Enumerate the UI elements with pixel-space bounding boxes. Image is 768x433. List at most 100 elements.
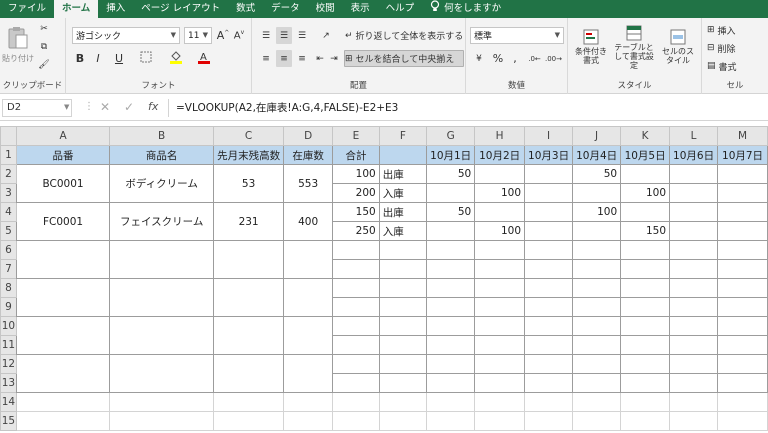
date-qty-cell[interactable] — [620, 164, 671, 184]
total-cell[interactable]: 200 — [332, 183, 380, 203]
column-header-i[interactable]: I — [524, 126, 574, 146]
empty-cell[interactable] — [717, 392, 768, 412]
empty-cell[interactable] — [283, 354, 334, 393]
row-header[interactable]: 8 — [0, 278, 17, 298]
empty-cell[interactable] — [717, 354, 768, 374]
empty-cell[interactable] — [620, 335, 671, 355]
empty-cell[interactable] — [620, 392, 671, 412]
empty-cell[interactable] — [524, 278, 574, 298]
increase-indent-button[interactable]: ⇥ — [328, 50, 340, 67]
empty-cell[interactable] — [332, 278, 380, 298]
movement-type-cell[interactable]: 出庫 — [378, 202, 428, 222]
empty-cell[interactable] — [213, 411, 285, 431]
decrease-indent-button[interactable]: ⇤ — [314, 50, 326, 67]
date-qty-cell[interactable]: 100 — [572, 202, 622, 222]
copy-button[interactable]: ⧉ — [36, 40, 52, 54]
date-qty-cell[interactable] — [572, 183, 622, 203]
empty-cell[interactable] — [669, 297, 719, 317]
empty-cell[interactable] — [378, 373, 428, 393]
header-cell[interactable]: 10月6日 — [669, 145, 719, 165]
date-qty-cell[interactable] — [572, 221, 622, 241]
row-header[interactable]: 12 — [0, 354, 17, 374]
number-format-select[interactable]: 標準 ▼ — [470, 27, 564, 44]
date-qty-cell[interactable] — [524, 183, 574, 203]
empty-cell[interactable] — [426, 354, 476, 374]
tab-insert[interactable]: 挿入 — [98, 0, 133, 18]
empty-cell[interactable] — [572, 259, 622, 279]
cut-button[interactable]: ✂ — [36, 22, 52, 36]
date-qty-cell[interactable]: 100 — [474, 221, 526, 241]
formula-input[interactable]: =VLOOKUP(A2,在庫表!A:G,4,FALSE)-E2+E3 — [176, 100, 398, 115]
row-header[interactable]: 15 — [0, 411, 17, 431]
empty-cell[interactable] — [378, 259, 428, 279]
empty-cell[interactable] — [332, 335, 380, 355]
font-name-select[interactable]: 游ゴシック ▼ — [72, 27, 180, 44]
empty-cell[interactable] — [15, 240, 111, 279]
comma-button[interactable]: , — [508, 50, 522, 67]
empty-cell[interactable] — [332, 373, 380, 393]
empty-cell[interactable] — [620, 411, 671, 431]
date-qty-cell[interactable] — [524, 221, 574, 241]
column-header-h[interactable]: H — [474, 126, 526, 146]
row-header[interactable]: 6 — [0, 240, 17, 260]
date-qty-cell[interactable] — [717, 202, 768, 222]
font-color-button[interactable]: A — [192, 50, 216, 67]
date-qty-cell[interactable] — [669, 183, 719, 203]
tab-file[interactable]: ファイル — [0, 0, 54, 18]
decrease-decimal-button[interactable]: .00→ — [545, 50, 562, 67]
increase-decimal-button[interactable]: .0← — [526, 50, 543, 67]
date-qty-cell[interactable] — [474, 164, 526, 184]
empty-cell[interactable] — [620, 316, 671, 336]
column-header-b[interactable]: B — [109, 126, 215, 146]
select-all-corner[interactable] — [0, 126, 17, 146]
empty-cell[interactable] — [474, 278, 526, 298]
movement-type-cell[interactable]: 入庫 — [378, 183, 428, 203]
row-header[interactable]: 3 — [0, 183, 17, 203]
empty-cell[interactable] — [572, 392, 622, 412]
empty-cell[interactable] — [717, 335, 768, 355]
empty-cell[interactable] — [669, 411, 719, 431]
column-header-c[interactable]: C — [213, 126, 285, 146]
empty-cell[interactable] — [426, 240, 476, 260]
align-center-button[interactable]: ≡ — [276, 50, 292, 67]
empty-cell[interactable] — [332, 392, 380, 412]
empty-cell[interactable] — [474, 259, 526, 279]
empty-cell[interactable] — [426, 335, 476, 355]
empty-cell[interactable] — [283, 411, 334, 431]
empty-cell[interactable] — [669, 278, 719, 298]
decrease-font-button[interactable]: Av — [232, 27, 246, 44]
empty-cell[interactable] — [474, 373, 526, 393]
empty-cell[interactable] — [524, 297, 574, 317]
name-box[interactable]: D2 — [2, 99, 72, 117]
empty-cell[interactable] — [717, 297, 768, 317]
tab-help[interactable]: ヘルプ — [378, 0, 423, 18]
tab-page-layout[interactable]: ページ レイアウト — [133, 0, 228, 18]
empty-cell[interactable] — [572, 278, 622, 298]
empty-cell[interactable] — [474, 240, 526, 260]
empty-cell[interactable] — [15, 411, 111, 431]
cell-styles-button[interactable]: セルのスタイル — [658, 22, 698, 72]
align-middle-button[interactable]: ☰ — [276, 27, 292, 44]
empty-cell[interactable] — [283, 278, 334, 317]
empty-cell[interactable] — [109, 316, 215, 355]
column-header-k[interactable]: K — [620, 126, 671, 146]
empty-cell[interactable] — [524, 411, 574, 431]
date-qty-cell[interactable] — [620, 202, 671, 222]
empty-cell[interactable] — [283, 240, 334, 279]
empty-cell[interactable] — [620, 354, 671, 374]
empty-cell[interactable] — [669, 259, 719, 279]
empty-cell[interactable] — [669, 316, 719, 336]
empty-cell[interactable] — [15, 354, 111, 393]
cancel-icon[interactable]: ✕ — [100, 100, 110, 114]
currency-button[interactable]: ¥ — [470, 50, 488, 67]
row-header[interactable]: 13 — [0, 373, 17, 393]
empty-cell[interactable] — [524, 259, 574, 279]
name-box-chevron-down-icon[interactable]: ▼ — [64, 103, 69, 111]
font-size-select[interactable]: 11 ▼ — [184, 27, 212, 44]
date-qty-cell[interactable] — [717, 183, 768, 203]
row-header[interactable]: 5 — [0, 221, 17, 241]
empty-cell[interactable] — [717, 411, 768, 431]
date-qty-cell[interactable]: 50 — [572, 164, 622, 184]
date-qty-cell[interactable] — [474, 202, 526, 222]
empty-cell[interactable] — [572, 316, 622, 336]
